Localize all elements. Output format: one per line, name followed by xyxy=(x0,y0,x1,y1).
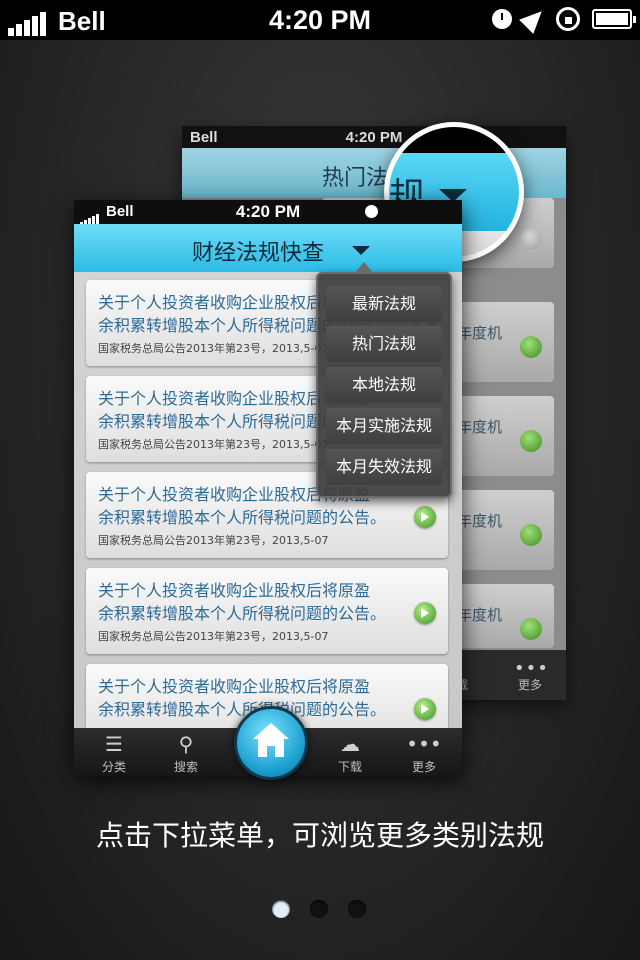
tab-download[interactable]: ☁ 下载 xyxy=(320,728,380,776)
item-meta: 国家税务总局公告2013年第23号，2013,5-07 xyxy=(98,534,329,547)
front-time: 4:20 PM xyxy=(235,202,301,221)
list-item[interactable]: 关于个人投资者收购企业股权后将原盈 余积累转增股本个人所得税问题的公告。 国家税… xyxy=(86,568,448,654)
back-row-arrow-icon xyxy=(520,618,542,640)
front-status-bar: Bell 4:20 PM xyxy=(74,200,462,226)
app-title: 财经法规快查 xyxy=(192,241,325,266)
rotation-lock-icon xyxy=(556,7,580,31)
menu-item-effective-this-month[interactable]: 本月实施法规 xyxy=(326,408,442,444)
tab-search-label: 搜索 xyxy=(173,760,198,774)
tab-category[interactable]: ☰ 分类 xyxy=(84,728,144,776)
item-title-line2: 余积累转增股本个人所得税问题的公告。 xyxy=(98,700,387,719)
front-alarm-icon xyxy=(365,205,378,218)
go-arrow-icon[interactable] xyxy=(414,698,436,720)
back-row-arrow-icon xyxy=(520,336,542,358)
cloud-download-icon: ☁ xyxy=(340,732,360,756)
menu-item-local[interactable]: 本地法规 xyxy=(326,367,442,403)
tab-search[interactable]: ⚲ 搜索 xyxy=(156,728,216,776)
page-dot[interactable] xyxy=(310,900,328,918)
menu-item-latest[interactable]: 最新法规 xyxy=(326,286,442,322)
status-bar: Bell 4:20 PM xyxy=(0,0,640,40)
back-row-arrow-icon xyxy=(520,430,542,452)
menu-item-expired-this-month[interactable]: 本月失效法规 xyxy=(326,449,442,485)
back-row-text: 年度机 xyxy=(457,606,503,624)
list-icon: ☰ xyxy=(105,732,123,756)
back-tab-more-label: 更多 xyxy=(518,678,543,692)
menu-item-popular[interactable]: 热门法规 xyxy=(326,326,442,362)
back-row-arrow-icon xyxy=(520,524,542,546)
item-meta: 国家税务总局公告2013年第23号，2013,5-07 xyxy=(98,630,329,643)
tab-category-label: 分类 xyxy=(101,760,126,774)
search-icon: ⚲ xyxy=(178,732,194,756)
item-meta: 国家税务总局公告2013年第23号，2013,5-07 xyxy=(98,438,329,451)
go-arrow-icon[interactable] xyxy=(414,506,436,528)
page-dot[interactable] xyxy=(348,900,366,918)
tab-more[interactable]: ••• 更多 xyxy=(394,728,454,776)
item-title-line1: 关于个人投资者收购企业股权后将原盈 xyxy=(98,581,371,600)
go-arrow-icon[interactable] xyxy=(414,602,436,624)
alarm-clock-icon xyxy=(492,9,512,29)
item-title-line1: 关于个人投资者收购企业股权后将原盈 xyxy=(98,677,371,696)
more-dots-icon: ••• xyxy=(406,732,442,756)
battery-icon xyxy=(592,9,636,29)
back-row-text: 年度机 xyxy=(457,512,503,530)
onboarding-caption: 点击下拉菜单，可浏览更多类别法规 xyxy=(95,819,544,852)
dropdown-caret-icon[interactable] xyxy=(352,246,370,255)
back-row-text: 年度机 xyxy=(457,418,503,436)
item-title-line2: 余积累转增股本个人所得税问题的公告。 xyxy=(98,508,387,527)
item-title-line2: 余积累转增股本个人所得税问题的公告。 xyxy=(98,604,387,623)
status-icons xyxy=(492,4,636,34)
tab-more-label: 更多 xyxy=(411,760,436,774)
back-header-title: 热门法 xyxy=(322,166,389,191)
page-indicator[interactable] xyxy=(272,900,366,918)
back-row-text: 年度机 xyxy=(457,324,503,342)
category-dropdown-menu: 最新法规 热门法规 本地法规 本月实施法规 本月失效法规 xyxy=(316,262,452,498)
location-arrow-icon xyxy=(519,4,549,34)
magnifier-status-strip xyxy=(389,127,519,153)
back-row-arrow-icon xyxy=(520,228,542,250)
page-dot-active[interactable] xyxy=(272,900,290,918)
home-button[interactable] xyxy=(234,706,308,780)
home-icon xyxy=(253,723,289,757)
front-header[interactable]: 财经法规快查 xyxy=(74,224,462,272)
item-meta: 国家税务总局公告2013年第23号，2013,5-07 xyxy=(98,342,329,355)
tab-download-label: 下载 xyxy=(337,760,362,774)
